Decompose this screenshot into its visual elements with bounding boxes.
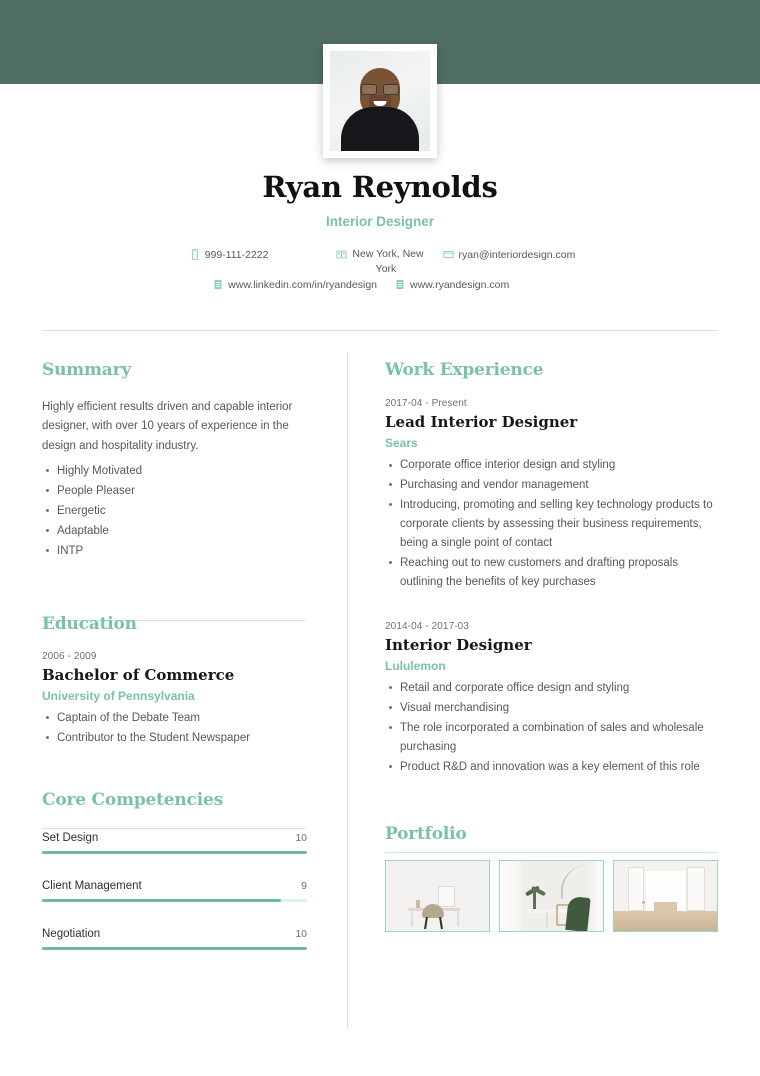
- education-school: University of Pennsylvania: [42, 688, 195, 703]
- work-bullet-list: Retail and corporate office design and s…: [385, 679, 718, 777]
- contact-row-2: www.linkedin.com/in/ryandesign www.ryand…: [0, 278, 760, 293]
- list-item: Captain of the Debate Team: [42, 709, 307, 728]
- contact-location: New York, New York: [0, 248, 760, 275]
- photo-body: [341, 107, 419, 151]
- skill-score: 10: [295, 831, 307, 844]
- list-item: Introducing, promoting and selling key t…: [385, 496, 718, 553]
- list-item: Contributor to the Student Newspaper: [42, 729, 307, 748]
- competencies-heading: Core Competencies: [42, 789, 223, 810]
- section-education: Education 2006 - 2009 Bachelor of Commer…: [42, 614, 307, 748]
- contact-block: New York, New York 999-111-2222 ryan@int…: [0, 248, 760, 293]
- work-date: 2017-04 - Present: [385, 398, 467, 409]
- portfolio-image-dining-table-with-plants: [500, 860, 603, 931]
- skill-name: Client Management: [42, 879, 142, 892]
- list-item: Reaching out to new customers and drafti…: [385, 554, 718, 592]
- work-heading: Work Experience: [385, 360, 544, 380]
- skill-bar-track: [42, 850, 307, 854]
- skill-bar-track: [42, 898, 307, 902]
- list-item: Corporate office interior design and sty…: [385, 456, 718, 475]
- summary-heading: Summary: [42, 360, 132, 380]
- list-item: People Pleaser: [42, 482, 307, 501]
- list-item: Product R&D and innovation was a key ele…: [385, 758, 718, 777]
- list-item: INTP: [42, 542, 307, 561]
- glasses-icon: [360, 84, 400, 95]
- portfolio-grid: [385, 859, 718, 932]
- list-item: Adaptable: [42, 522, 307, 541]
- location-icon: [336, 249, 348, 260]
- section-portfolio: Portfolio: [385, 824, 718, 932]
- column-divider: [347, 352, 348, 1028]
- right-column: Work Experience 2017-04 - Present Lead I…: [385, 360, 718, 932]
- education-date: 2006 - 2009: [42, 650, 97, 662]
- section-core-competencies: Core Competencies Set Design 10 Client M…: [42, 790, 307, 950]
- link-icon: [395, 279, 405, 290]
- skill-bar-fill: [42, 898, 281, 902]
- link-icon: [213, 279, 223, 290]
- portfolio-image-white-doorway: [614, 860, 717, 931]
- left-column: Summary Highly efficient results driven …: [42, 360, 307, 950]
- portfolio-thumbnail[interactable]: [385, 859, 490, 932]
- skill-name: Set Design: [42, 831, 99, 844]
- portfolio-heading: Portfolio: [385, 823, 467, 844]
- work-company: Sears: [385, 436, 418, 450]
- work-bullet-list: Corporate office interior design and sty…: [385, 456, 718, 592]
- skill-row: Client Management 9: [42, 880, 307, 902]
- portfolio-thumbnail[interactable]: [499, 859, 604, 932]
- linkedin-value: www.linkedin.com/in/ryandesign: [228, 279, 377, 291]
- work-company: Lululemon: [385, 658, 446, 673]
- section-summary: Summary Highly efficient results driven …: [42, 360, 307, 561]
- education-heading: Education: [42, 613, 137, 634]
- education-entry: 2006 - 2009 Bachelor of Commerce Univers…: [42, 651, 307, 748]
- list-item: The role incorporated a combination of s…: [385, 719, 718, 757]
- list-item: Highly Motivated: [42, 462, 307, 481]
- profile-photo: [330, 51, 430, 151]
- skill-score: 10: [295, 927, 307, 940]
- education-bullet-list: Captain of the Debate Team Contributor t…: [42, 709, 307, 748]
- identity-block: Ryan Reynolds Interior Designer: [0, 170, 760, 229]
- portfolio-thumbnail[interactable]: [613, 859, 718, 932]
- work-entry: 2017-04 - Present Lead Interior Designer…: [385, 398, 718, 592]
- list-item: Retail and corporate office design and s…: [385, 679, 718, 698]
- work-role: Lead Interior Designer: [385, 413, 578, 431]
- avatar: [323, 44, 437, 158]
- skill-name: Negotiation: [42, 927, 101, 940]
- list-item: Energetic: [42, 502, 307, 521]
- summary-bullet-list: Highly Motivated People Pleaser Energeti…: [42, 462, 307, 561]
- work-role: Interior Designer: [385, 635, 532, 654]
- summary-paragraph: Highly efficient results driven and capa…: [42, 401, 293, 452]
- portfolio-image-desk-and-chair: [386, 860, 489, 931]
- skill-bar-track: [42, 946, 307, 950]
- header-divider: [42, 330, 718, 331]
- contact-website[interactable]: www.ryandesign.com: [395, 278, 625, 293]
- work-date: 2014-04 - 2017-03: [385, 620, 469, 632]
- page-title: Ryan Reynolds: [262, 170, 498, 204]
- work-entry: 2014-04 - 2017-03 Interior Designer Lulu…: [385, 621, 718, 777]
- job-title: Interior Designer: [325, 214, 435, 229]
- list-item: Visual merchandising: [385, 699, 718, 718]
- location-line2: York: [375, 263, 397, 275]
- contact-linkedin[interactable]: www.linkedin.com/in/ryandesign: [135, 278, 395, 293]
- skill-row: Negotiation 10: [42, 928, 307, 950]
- website-value: www.ryandesign.com: [410, 279, 510, 291]
- education-degree: Bachelor of Commerce: [42, 665, 235, 684]
- skill-score: 9: [301, 879, 307, 892]
- skill-bar-fill: [42, 850, 307, 854]
- list-item: Purchasing and vendor management: [385, 476, 718, 495]
- section-work-experience: Work Experience 2017-04 - Present Lead I…: [385, 360, 718, 777]
- skill-bar-fill: [42, 946, 307, 950]
- location-line1: New York, New: [352, 248, 424, 260]
- skill-row: Set Design 10: [42, 832, 307, 854]
